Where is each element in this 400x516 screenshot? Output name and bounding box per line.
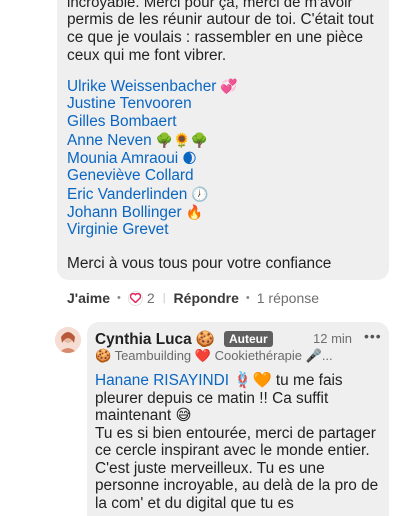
reply-button[interactable]: Répondre [174, 290, 239, 306]
fire-icon: 🔥 [185, 204, 204, 220]
tree-sunflower-icon: 🌳🌻🌳 [155, 132, 209, 148]
reply-text-paragraph: Tu es si bien entourée, merci de partage… [95, 424, 379, 512]
like-button[interactable]: J'aime [67, 290, 110, 306]
comment-text: permis de les réunir autour de toi. C'ét… [67, 11, 374, 64]
mention-link[interactable]: Gilles Bombaert [67, 113, 238, 131]
mention-link[interactable]: Mounia Amraoui 🌒 [67, 149, 238, 167]
mention-link[interactable]: Anne Neven 🌳🌻🌳 [67, 131, 238, 149]
separator-dot: • [117, 292, 121, 304]
mention-link[interactable]: Virginie Grevet [67, 221, 238, 239]
heart-reaction-icon[interactable] [127, 290, 143, 306]
comment-closing-text: Merci à vous tous pour votre confiance [67, 255, 332, 272]
mention-link[interactable]: Geneviève Collard [67, 167, 238, 185]
author-badge: Auteur [224, 331, 273, 347]
separator-bar: | [162, 292, 166, 304]
more-options-icon[interactable]: ••• [364, 328, 382, 344]
mention-list: Ulrike Weissenbacher 💞 Justine Tenvooren … [67, 77, 238, 239]
author-name[interactable]: Cynthia Luca 🍪 [95, 330, 215, 349]
author-headline: 🍪 Teambuilding ❤️ Cookiethérapie 🎤... [95, 348, 333, 363]
avatar[interactable] [55, 327, 81, 353]
mention-link[interactable]: Justine Tenvooren [67, 95, 238, 113]
mention-link[interactable]: Eric Vanderlinden 🕖 [67, 185, 238, 203]
separator-dot: • [245, 292, 250, 304]
reaction-count[interactable]: 2 [147, 290, 155, 306]
clock-icon: 🕖 [191, 186, 209, 202]
comment-actions: J'aime • 2 | Répondre • 1 réponse [67, 289, 319, 307]
moon-icon: 🌒 [182, 150, 197, 166]
mention-link[interactable]: Ulrike Weissenbacher 💞 [67, 77, 238, 95]
timestamp: 12 min [313, 331, 353, 346]
knot-heart-icon: 🪢🧡 [233, 372, 272, 389]
comment-text-clipped: incroyable. Merci pour ça, merci de m'av… [67, 0, 353, 11]
sparkling-heart-icon: 💞 [220, 78, 238, 94]
reply-text: Hanane RISAYINDI 🪢🧡 tu me fais pleurer d… [95, 372, 385, 512]
mention-link[interactable]: Hanane RISAYINDI [95, 372, 229, 389]
mention-link[interactable]: Johann Bollinger 🔥 [67, 203, 238, 221]
replies-link[interactable]: 1 réponse [257, 290, 319, 306]
